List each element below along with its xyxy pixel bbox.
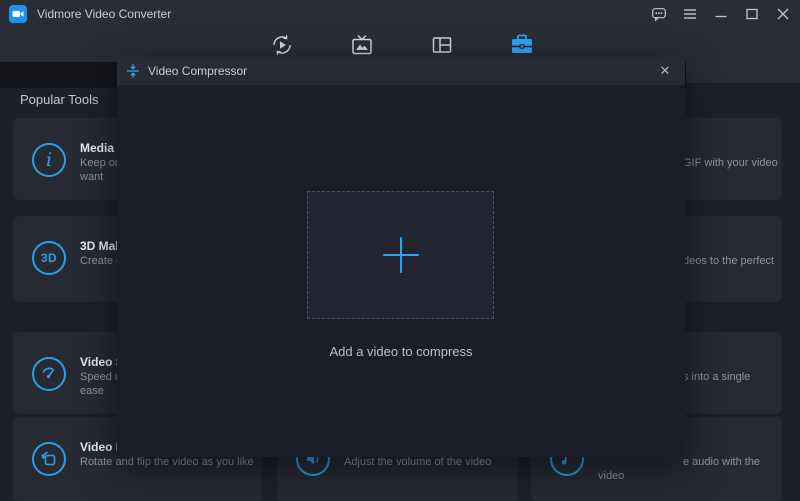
tool-desc: Speed u [80, 371, 121, 383]
titlebar-buttons [648, 0, 794, 28]
plus-icon [381, 235, 421, 275]
dialog-title: Video Compressor [148, 64, 247, 78]
tab-toolbox[interactable] [502, 30, 542, 60]
minimize-icon [715, 8, 727, 20]
tool-desc: s into a single [683, 371, 750, 383]
tool-desc: ease [80, 385, 104, 397]
compress-icon [126, 64, 140, 78]
header-extension [685, 62, 800, 83]
tool-desc: video [598, 470, 624, 482]
window-title: Vidmore Video Converter [37, 0, 171, 28]
tool-desc: deos to the perfect [683, 255, 774, 267]
3d-icon: 3D [32, 241, 66, 275]
video-compressor-dialog: Video Compressor ✕ Add a video to compre… [117, 57, 685, 457]
collage-icon [430, 33, 454, 57]
dialog-header: Video Compressor ✕ [117, 57, 685, 85]
toolbox-icon [509, 32, 535, 58]
rotate-icon [32, 442, 66, 476]
speedometer-icon [32, 357, 66, 391]
tool-desc: e audio with the [683, 456, 760, 468]
menu-icon [683, 8, 697, 20]
tool-desc: want [80, 171, 103, 183]
converter-icon [270, 33, 294, 57]
dialog-close-button[interactable]: ✕ [655, 57, 675, 85]
menu-button[interactable] [679, 2, 701, 26]
feedback-icon [651, 6, 667, 22]
info-icon: i [32, 143, 66, 177]
app-logo-icon [9, 5, 27, 23]
maximize-icon [746, 8, 758, 20]
tool-desc: Keep ori [80, 157, 121, 169]
tab-converter[interactable] [262, 30, 302, 60]
minimize-button[interactable] [710, 2, 732, 26]
dropzone-hint: Add a video to compress [117, 344, 685, 359]
page-title: Popular Tools [20, 92, 99, 107]
tool-desc: GIF with your video [683, 157, 778, 169]
tab-collage[interactable] [422, 30, 462, 60]
tool-desc: Rotate and flip the video as you like [80, 456, 254, 468]
tool-desc: Adjust the volume of the video [344, 456, 491, 468]
feedback-button[interactable] [648, 2, 670, 26]
mv-icon [350, 33, 374, 57]
add-video-dropzone[interactable] [307, 191, 494, 319]
tool-desc: Create o [80, 255, 122, 267]
close-icon [777, 8, 789, 20]
close-window-button[interactable] [772, 2, 794, 26]
tool-title: 3D Mak [80, 239, 122, 253]
maximize-button[interactable] [741, 2, 763, 26]
tab-mv[interactable] [342, 30, 382, 60]
